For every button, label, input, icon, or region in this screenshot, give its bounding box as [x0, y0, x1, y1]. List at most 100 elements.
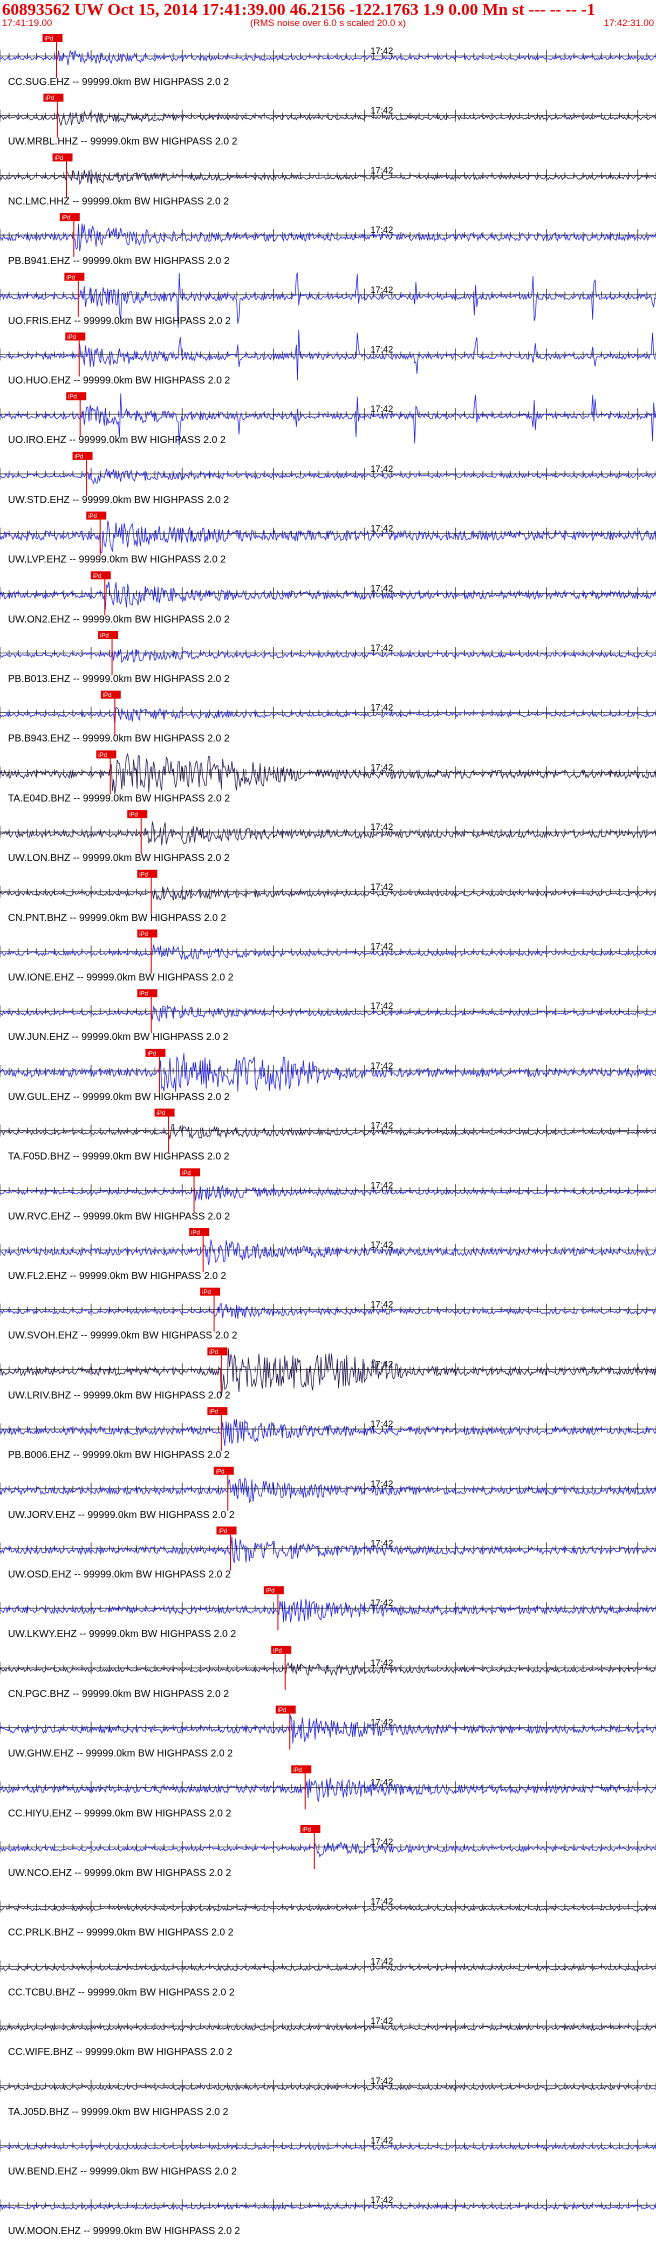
trace-20: 17:42 iPd UW.RVC.EHZ -- 99999.0km BW HIGHP…	[0, 1168, 656, 1222]
pick-label: iPd	[209, 1410, 218, 1416]
pick-label: iPd	[202, 1290, 211, 1296]
station-label: CC.HIYU.EHZ -- 99999.0km BW HIGHPASS 2.0…	[8, 1808, 232, 1819]
plot-header: 60893562 UW Oct 15, 2014 17:41:39.00 46.…	[0, 0, 656, 30]
station-label: UW.FL2.EHZ -- 99999.0km BW HIGHPASS 2.0 …	[8, 1271, 227, 1282]
trace-36: 17:42 UW.BEND.EHZ -- 99999.0km BW HIGHPAS…	[0, 2136, 656, 2178]
pick-label: iPd	[219, 1529, 228, 1535]
minute-label: 17:42	[371, 345, 394, 355]
pick-label: iPd	[302, 1828, 311, 1834]
station-label: PB.B013.EHZ -- 99999.0km BW HIGHPASS 2.0…	[8, 674, 230, 685]
waveform-line	[0, 329, 656, 381]
pick-label: iPd	[62, 216, 71, 222]
minute-label: 17:42	[371, 404, 394, 414]
trace-23: 17:42iPdUW.LRIV.BHZ -- 99999.0km BW HIGH…	[0, 1347, 656, 1401]
waveform-line	[0, 1715, 656, 1744]
pick-label: iPd	[44, 37, 53, 43]
station-label: UW.NCO.EHZ -- 99999.0km BW HIGHPASS 2.0 …	[8, 1868, 232, 1879]
pick-label: iPd	[98, 753, 107, 759]
trace-33: 17:42 CC.TCBU.BHZ -- 99999.0km BW HIGHPAS…	[0, 1956, 656, 1998]
pick-label: iPd	[67, 335, 76, 341]
trace-17: 17:42 iPd UW.JUN.EHZ -- 99999.0km BW HIGHP…	[0, 989, 656, 1043]
trace-15: 17:42 iPd CN.PNT.BHZ -- 99999.0km BW HIGHP…	[0, 869, 656, 924]
pick-label: iPd	[88, 514, 97, 520]
pick-label: iPd	[293, 1768, 302, 1774]
trace-34: 17:42 CC.WIFE.BHZ -- 99999.0km BW HIGHPAS…	[0, 2016, 656, 2058]
trace-16: 17:42 iPd UW.IONE.EHZ -- 99999.0km BW HIGH…	[0, 929, 656, 984]
minute-label: 17:42	[371, 165, 394, 175]
minute-label: 17:42	[371, 583, 394, 593]
trace-6: 17:42 iPd UO.HUO.EHZ -- 99999.0km BW HIGHP…	[0, 329, 656, 387]
trace-37: 17:42 UW.MOON.EHZ -- 99999.0km BW HIGHPAS…	[0, 2195, 656, 2237]
minute-label: 17:42	[371, 225, 394, 235]
trace-5: 17:42 iPd UO.FRIS.EHZ -- 99999.0km BW HIGH…	[0, 272, 656, 328]
minute-label: 17:42	[371, 1658, 394, 1668]
trace-3: 17:42 iPd NC.LMC.HHZ -- 99999.0km BW HIGHP…	[0, 153, 656, 207]
station-label: UO.IRO.EHZ -- 99999.0km BW HIGHPASS 2.0 …	[8, 435, 226, 446]
trace-7: 17:42 iPd UO.IRO.EHZ -- 99999.0km BW HIGHP…	[0, 392, 656, 446]
pick-label: iPd	[68, 395, 77, 401]
minute-label: 17:42	[371, 285, 394, 295]
minute-label: 17:42	[371, 1001, 394, 1011]
pick-label: iPd	[182, 1171, 191, 1177]
pick-label: iPd	[266, 1589, 275, 1595]
waveform-line	[0, 821, 656, 846]
minute-label: 17:42	[371, 1180, 394, 1190]
minute-label: 17:42	[371, 1956, 394, 1966]
minute-label: 17:42	[371, 822, 394, 832]
minute-label: 17:42	[371, 1598, 394, 1608]
minute-label: 17:42	[371, 1479, 394, 1489]
station-label: NC.LMC.HHZ -- 99999.0km BW HIGHPASS 2.0 …	[8, 196, 229, 207]
station-label: UW.STD.EHZ -- 99999.0km BW HIGHPASS 2.0 …	[8, 495, 229, 506]
minute-label: 17:42	[371, 882, 394, 892]
pick-label: iPd	[93, 574, 102, 580]
minute-label: 17:42	[371, 2076, 394, 2086]
station-label: TA.E04D.BHZ -- 99999.0km BW HIGHPASS 2.0…	[8, 793, 230, 804]
trace-27: 17:42 iPd UW.LKWY.EHZ -- 99999.0km BW HIGH…	[0, 1586, 656, 1640]
station-label: UW.JORV.EHZ -- 99999.0km BW HIGHPASS 2.0…	[8, 1510, 235, 1521]
station-label: PB.B006.EHZ -- 99999.0km BW HIGHPASS 2.0…	[8, 1450, 230, 1461]
pick-label: iPd	[273, 1648, 282, 1654]
station-label: PB.B941.EHZ -- 99999.0km BW HIGHPASS 2.0…	[8, 256, 230, 267]
trace-19: 17:42 iPd TA.F05D.BHZ -- 99999.0km BW HIGH…	[0, 1108, 656, 1163]
minute-label: 17:42	[371, 942, 394, 952]
trace-1: 17:42 iPd CC.SUG.EHZ -- 99999.0km BW HIGHP…	[0, 34, 656, 88]
station-label: UW.MOON.EHZ -- 99999.0km BW HIGHPASS 2.0…	[8, 2226, 241, 2237]
pick-label: iPd	[55, 156, 64, 162]
minute-label: 17:42	[371, 2016, 394, 2026]
station-label: UO.HUO.EHZ -- 99999.0km BW HIGHPASS 2.0 …	[8, 376, 231, 387]
pick-label: iPd	[278, 1708, 287, 1714]
pick-label: iPd	[139, 872, 148, 878]
trace-2: 17:42 iPd UW.MRBL.HHZ -- 99999.0km BW HIGH…	[0, 93, 656, 148]
pick-label: iPd	[129, 813, 138, 819]
pick-label: iPd	[66, 275, 75, 281]
minute-label: 17:42	[371, 1240, 394, 1250]
trace-28: 17:42 iPd CN.PGC.BHZ -- 99999.0km BW HIGHP…	[0, 1645, 656, 1700]
station-label: UW.SVOH.EHZ -- 99999.0km BW HIGHPASS 2.0…	[8, 1331, 238, 1342]
pick-label: iPd	[103, 693, 112, 699]
trace-10: 17:42 iPd UW.ON2.EHZ -- 99999.0km BW HIGHP…	[0, 571, 656, 625]
station-label: CC.PRLK.BHZ -- 99999.0km BW HIGHPASS 2.0…	[8, 1928, 234, 1939]
trace-18: 17:42iPdUW.GUL.EHZ -- 99999.0km BW HIGHP…	[0, 1048, 656, 1103]
minute-label: 17:42	[371, 703, 394, 713]
waveform-line	[0, 1418, 656, 1447]
station-label: TA.F05D.BHZ -- 99999.0km BW HIGHPASS 2.0…	[8, 1152, 230, 1163]
pick-label: iPd	[45, 96, 54, 102]
minute-label: 17:42	[371, 2136, 394, 2146]
event-title: 60893562 UW Oct 15, 2014 17:41:39.00 46.…	[2, 0, 596, 19]
pick-label: iPd	[139, 992, 148, 998]
minute-label: 17:42	[371, 1300, 394, 1310]
trace-13: 17:42iPdTA.E04D.BHZ -- 99999.0km BW HIGH…	[0, 750, 656, 804]
minute-label: 17:42	[371, 643, 394, 653]
trace-8: 17:42 iPd UW.STD.EHZ -- 99999.0km BW HIGHP…	[0, 451, 656, 506]
station-label: CN.PGC.BHZ -- 99999.0km BW HIGHPASS 2.0 …	[8, 1689, 229, 1700]
trace-32: 17:42 CC.PRLK.BHZ -- 99999.0km BW HIGHPAS…	[0, 1897, 656, 1939]
station-label: UW.RVC.EHZ -- 99999.0km BW HIGHPASS 2.0 …	[8, 1211, 230, 1222]
waveform-line	[0, 1303, 656, 1319]
trace-11: 17:42 iPd PB.B013.EHZ -- 99999.0km BW HIGH…	[0, 631, 656, 685]
trace-24: 17:42 iPd PB.B006.EHZ -- 99999.0km BW HIGH…	[0, 1407, 656, 1461]
pick-label: iPd	[75, 454, 84, 460]
pick-label: iPd	[100, 634, 109, 640]
station-label: CC.TCBU.BHZ -- 99999.0km BW HIGHPASS 2.0…	[8, 1987, 235, 1998]
minute-label: 17:42	[371, 1897, 394, 1907]
trace-12: 17:42 iPd PB.B943.EHZ -- 99999.0km BW HIGH…	[0, 690, 656, 745]
